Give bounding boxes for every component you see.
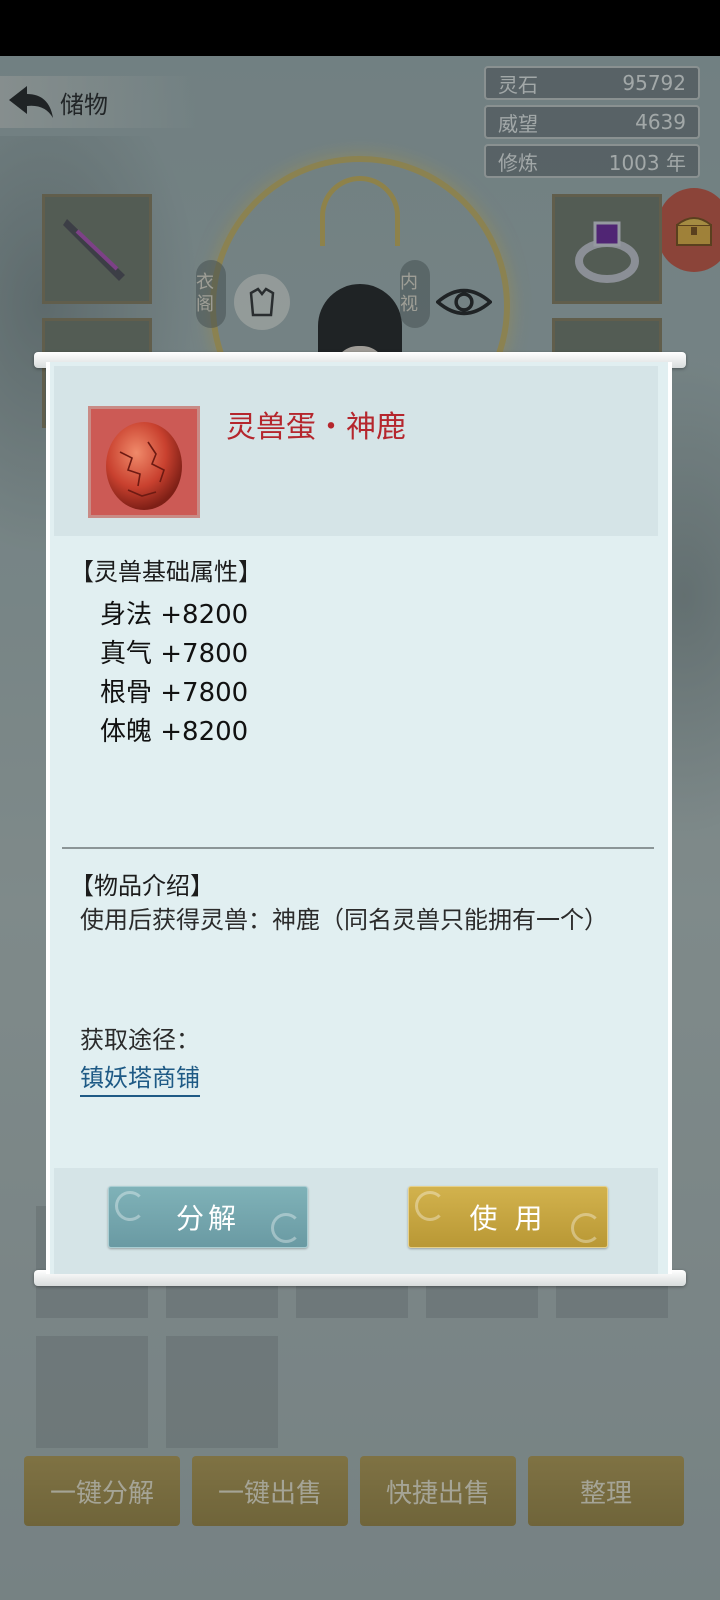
attribute-line: 身法 +8200 — [100, 600, 249, 630]
section-divider — [62, 847, 654, 849]
intro-title: 【物品介绍】 — [70, 872, 214, 900]
cloud-swirl-decoration — [271, 1213, 301, 1243]
attribute-line: 根骨 +7800 — [100, 678, 249, 708]
cloud-swirl-decoration — [415, 1191, 445, 1221]
spirit-egg-icon — [106, 422, 182, 510]
cloud-swirl-decoration — [115, 1191, 145, 1221]
cloud-swirl-decoration — [571, 1213, 601, 1243]
item-name: 灵兽蛋・神鹿 — [226, 410, 406, 445]
source-label: 获取途径： — [80, 1026, 200, 1054]
item-header: 灵兽蛋・神鹿 — [54, 366, 658, 536]
status-bar — [0, 0, 720, 56]
item-description: 使用后获得灵兽：神鹿（同名灵兽只能拥有一个） — [80, 906, 608, 934]
decompose-button[interactable]: 分解 — [108, 1186, 308, 1248]
attribute-line: 真气 +7800 — [100, 639, 249, 669]
use-button[interactable]: 使 用 — [408, 1186, 608, 1248]
attributes-title: 【灵兽基础属性】 — [70, 558, 262, 586]
button-label: 分解 — [175, 1202, 240, 1235]
item-detail-dialog: 灵兽蛋・神鹿 【灵兽基础属性】 身法 +8200 真气 +7800 根骨 +78… — [46, 362, 672, 1274]
item-icon-frame — [88, 406, 200, 518]
button-label: 使 用 — [469, 1202, 547, 1235]
source-link[interactable]: 镇妖塔商铺 — [80, 1058, 200, 1097]
attribute-line: 体魄 +8200 — [100, 717, 249, 747]
